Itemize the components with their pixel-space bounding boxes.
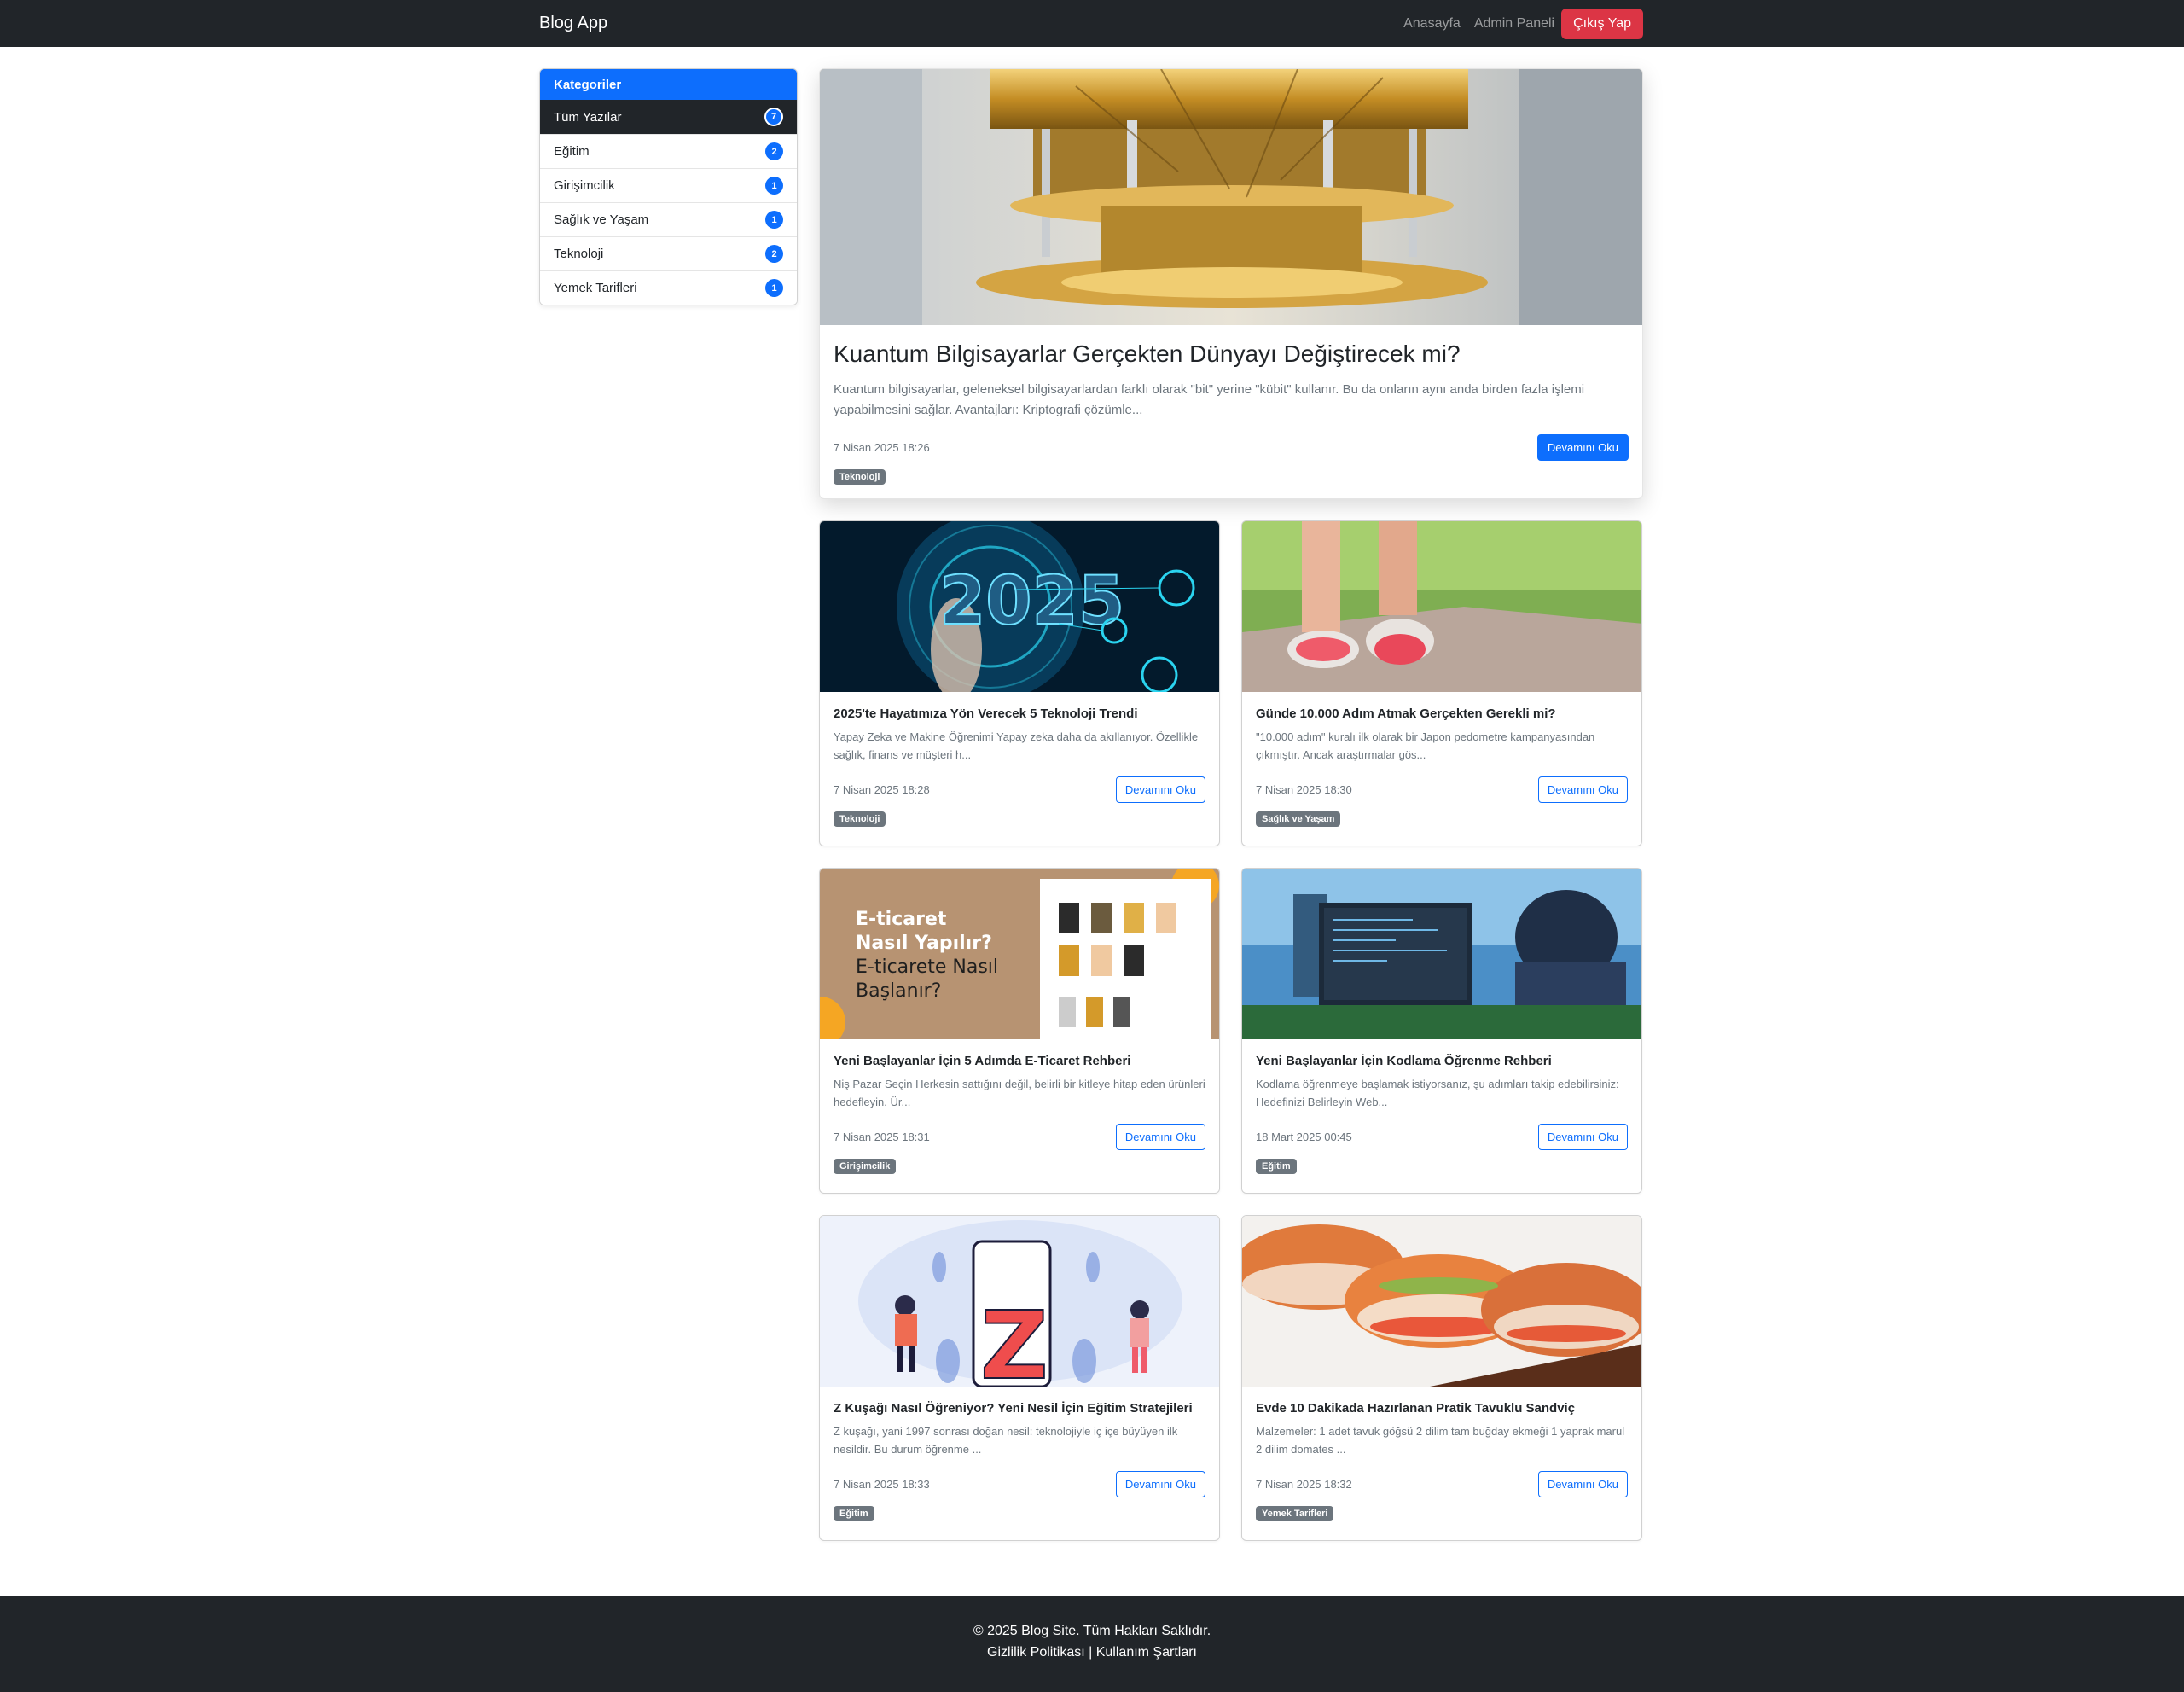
post-title[interactable]: Z Kuşağı Nasıl Öğreniyor? Yeni Nesil İçi… (834, 1401, 1205, 1416)
nav-link-admin[interactable]: Admin Paneli (1474, 16, 1554, 32)
post-image[interactable] (1242, 1216, 1641, 1387)
post-image[interactable] (1242, 869, 1641, 1039)
post-card: E-ticaret Nasıl Yapılır? E-ticarete Nası… (819, 868, 1220, 1194)
post-title[interactable]: 2025'te Hayatımıza Yön Verecek 5 Teknolo… (834, 706, 1205, 721)
category-count-badge: 1 (765, 177, 783, 195)
category-item-saglik[interactable]: Sağlık ve Yaşam 1 (540, 202, 797, 236)
post-image[interactable]: Z (820, 1216, 1219, 1387)
post-card: Günde 10.000 Adım Atmak Gerçekten Gerekl… (1241, 520, 1642, 846)
image-text-z: Z (980, 1291, 1048, 1387)
read-more-button[interactable]: Devamını Oku (1537, 1471, 1628, 1497)
read-more-button[interactable]: Devamını Oku (1115, 776, 1205, 803)
category-label: Sağlık ve Yaşam (554, 212, 649, 227)
featured-post-excerpt: Kuantum bilgisayarlar, geleneksel bilgis… (834, 382, 1585, 417)
featured-post-title[interactable]: Kuantum Bilgisayarlar Gerçekten Dünyayı … (834, 340, 1629, 368)
post-excerpt: "10.000 adım" kuralı ilk olarak bir Japo… (1256, 730, 1595, 761)
nav-links: Anasayfa Admin Paneli Çıkış Yap (1390, 8, 1643, 39)
sandwich-illustration (1242, 1216, 1641, 1387)
post-date: 7 Nisan 2025 18:31 (834, 1131, 930, 1143)
post-list: Kuantum Bilgisayarlar Gerçekten Dünyayı … (819, 68, 1643, 1541)
post-date: 7 Nisan 2025 18:28 (834, 783, 930, 796)
navbar: Blog App Anasayfa Admin Paneli Çıkış Yap (0, 0, 2184, 47)
footer: © 2025 Blog Site. Tüm Hakları Saklıdır. … (0, 1596, 2184, 1692)
category-item-girisimcilik[interactable]: Girişimcilik 1 (540, 168, 797, 202)
image-text-line: Başlanır? (856, 980, 941, 1002)
post-card: Evde 10 Dakikada Hazırlanan Pratik Tavuk… (1241, 1215, 1642, 1541)
category-count-badge: 2 (765, 245, 783, 263)
gen-z-illustration: Z (820, 1216, 1219, 1387)
nav-link-home[interactable]: Anasayfa (1403, 16, 1461, 32)
ecommerce-illustration: E-ticaret Nasıl Yapılır? E-ticarete Nası… (820, 869, 1219, 1039)
coding-anime-illustration (1242, 869, 1641, 1039)
post-title[interactable]: Evde 10 Dakikada Hazırlanan Pratik Tavuk… (1256, 1401, 1628, 1416)
post-excerpt: Yapay Zeka ve Makine Öğrenimi Yapay zeka… (834, 730, 1199, 761)
post-date: 7 Nisan 2025 18:32 (1256, 1478, 1352, 1491)
post-title[interactable]: Yeni Başlayanlar İçin 5 Adımda E-Ticaret… (834, 1054, 1205, 1068)
post-title[interactable]: Günde 10.000 Adım Atmak Gerçekten Gerekl… (1256, 706, 1628, 721)
post-excerpt: Malzemeler: 1 adet tavuk göğsü 2 dilim t… (1256, 1425, 1625, 1456)
footer-copyright: © 2025 Blog Site. Tüm Hakları Saklıdır. (973, 1624, 1211, 1638)
read-more-button[interactable]: Devamını Oku (1537, 1124, 1628, 1150)
featured-post-card: Kuantum Bilgisayarlar Gerçekten Dünyayı … (819, 68, 1643, 499)
category-count-badge: 7 (764, 108, 783, 126)
category-item-yemek[interactable]: Yemek Tarifleri 1 (540, 270, 797, 305)
tech-2025-illustration: 2025 (820, 521, 1219, 692)
read-more-button[interactable]: Devamını Oku (1537, 776, 1628, 803)
category-item-all[interactable]: Tüm Yazılar 7 (540, 100, 797, 134)
sidebar-title: Kategoriler (540, 69, 797, 100)
category-tag: Teknoloji (834, 469, 886, 485)
category-tag: Yemek Tarifleri (1256, 1506, 1334, 1521)
post-title[interactable]: Yeni Başlayanlar İçin Kodlama Öğrenme Re… (1256, 1054, 1628, 1068)
category-item-teknoloji[interactable]: Teknoloji 2 (540, 236, 797, 270)
post-image[interactable]: 2025 (820, 521, 1219, 692)
logout-button[interactable]: Çıkış Yap (1561, 8, 1643, 39)
post-image[interactable]: E-ticaret Nasıl Yapılır? E-ticarete Nası… (820, 869, 1219, 1039)
post-card: Yeni Başlayanlar İçin Kodlama Öğrenme Re… (1241, 868, 1642, 1194)
post-date: 7 Nisan 2025 18:33 (834, 1478, 930, 1491)
read-more-button[interactable]: Devamını Oku (1115, 1124, 1205, 1150)
post-excerpt: Kodlama öğrenmeye başlamak istiyorsanız,… (1256, 1078, 1619, 1108)
post-date: 7 Nisan 2025 18:30 (1256, 783, 1352, 796)
category-item-egitim[interactable]: Eğitim 2 (540, 134, 797, 168)
image-text-line: E-ticarete Nasıl (856, 956, 998, 978)
category-count-badge: 1 (765, 211, 783, 229)
footer-links[interactable]: Gizlilik Politikası | Kullanım Şartları (0, 1642, 2184, 1663)
post-card: 2025 2025'te Hayatımıza Yön Verecek 5 Te… (819, 520, 1220, 846)
category-tag: Sağlık ve Yaşam (1256, 811, 1341, 827)
featured-post-image[interactable] (820, 69, 1642, 325)
category-count-badge: 2 (765, 142, 783, 160)
image-text-line: Nasıl Yapılır? (856, 933, 992, 954)
walking-feet-illustration (1242, 521, 1641, 692)
category-tag: Eğitim (1256, 1159, 1297, 1174)
read-more-button[interactable]: Devamını Oku (1536, 434, 1629, 461)
category-tag: Girişimcilik (834, 1159, 897, 1174)
post-date: 7 Nisan 2025 18:26 (834, 441, 930, 454)
brand-link[interactable]: Blog App (539, 14, 607, 33)
quantum-computer-illustration (820, 69, 1642, 325)
category-tag: Eğitim (834, 1506, 874, 1521)
post-date: 18 Mart 2025 00:45 (1256, 1131, 1352, 1143)
image-text-line: E-ticaret (856, 909, 947, 930)
category-label: Yemek Tarifleri (554, 281, 637, 295)
post-card: Z Z Kuşağı Nasıl Öğreniyor? Yeni Nesil İ… (819, 1215, 1220, 1541)
post-excerpt: Z kuşağı, yani 1997 sonrası doğan nesil:… (834, 1425, 1178, 1456)
category-label: Tüm Yazılar (554, 109, 622, 125)
category-count-badge: 1 (765, 279, 783, 297)
read-more-button[interactable]: Devamını Oku (1115, 1471, 1205, 1497)
category-label: Girişimcilik (554, 178, 615, 193)
category-sidebar: Kategoriler Tüm Yazılar 7 Eğitim 2 Giriş… (539, 68, 798, 305)
category-label: Eğitim (554, 144, 590, 159)
image-text-2025: 2025 (939, 563, 1124, 640)
category-tag: Teknoloji (834, 811, 886, 827)
post-image[interactable] (1242, 521, 1641, 692)
post-excerpt: Niş Pazar Seçin Herkesin sattığını değil… (834, 1078, 1205, 1108)
category-label: Teknoloji (554, 247, 604, 261)
